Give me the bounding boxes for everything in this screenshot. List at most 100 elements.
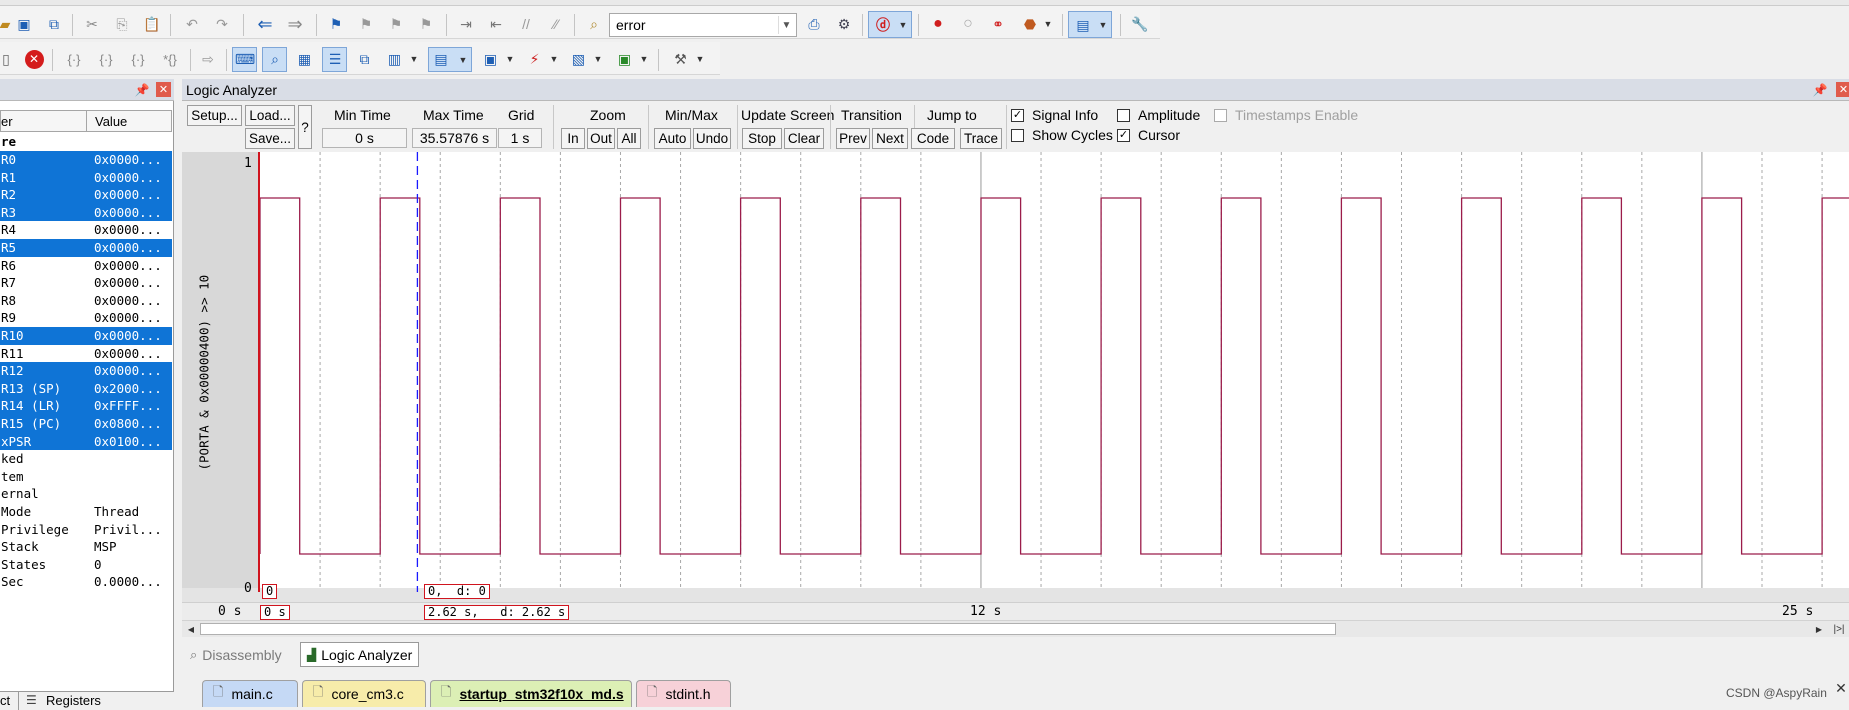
signal-name[interactable]: (PORTA & 0x00000400) >> 10	[197, 275, 212, 471]
indent-icon[interactable]: ⇥	[454, 12, 478, 36]
cursor-checkbox[interactable]: ✓	[1117, 129, 1130, 142]
system-viewer-icon[interactable]: ▣	[612, 47, 637, 71]
disable-breakpoints-icon[interactable]: ⚭	[986, 12, 1010, 36]
register-row[interactable]: R11 0x0000...	[0, 345, 172, 363]
register-row[interactable]: R0 0x0000...	[0, 151, 172, 169]
register-row[interactable]: R3 0x0000...	[0, 203, 172, 222]
register-row[interactable]: Sec 0.0000...	[0, 573, 172, 591]
signal-info-checkbox[interactable]: ✓	[1011, 109, 1024, 122]
load-button[interactable]: Load...	[245, 105, 295, 126]
jump-code-button[interactable]: Code	[911, 128, 955, 149]
uncomment-icon[interactable]: ⁄⁄	[544, 12, 568, 36]
register-row[interactable]: R8 0x0000...	[0, 292, 172, 310]
symbols-window-icon[interactable]: ▦	[292, 47, 317, 71]
transition-prev-button[interactable]: Prev	[836, 128, 870, 149]
waveform-area[interactable]: 1 0 (PORTA & 0x00000400) >> 10 0 0, d: 0	[182, 152, 1849, 602]
close-icon[interactable]: ✕	[1836, 82, 1849, 97]
debug-session-button[interactable]: ⓓ ▼	[868, 11, 912, 38]
zoom-out-button[interactable]: Out	[587, 128, 615, 149]
timestamps-checkbox[interactable]	[1214, 109, 1227, 122]
save-icon[interactable]: ▣	[12, 12, 36, 36]
open-file-icon[interactable]: ▰	[0, 12, 10, 36]
close-icon[interactable]: ✕	[156, 82, 171, 97]
minmax-auto-button[interactable]: Auto	[654, 128, 691, 149]
chevron-down-icon[interactable]: ▼	[694, 47, 706, 71]
paste-icon[interactable]: 📋	[140, 12, 164, 36]
register-row[interactable]: Privilege Privil...	[0, 521, 172, 539]
watch-window-icon[interactable]: ▥	[382, 47, 407, 71]
memory-window-button[interactable]: ▤ ▼	[428, 47, 472, 72]
file-tab-core-cm3[interactable]: 🗋 core_cm3.c	[302, 680, 426, 707]
update-stop-button[interactable]: Stop	[742, 128, 782, 149]
undo-icon[interactable]: ↶	[180, 12, 204, 36]
save-all-icon[interactable]: ⧉	[42, 12, 66, 36]
register-row[interactable]: R9 0x0000...	[0, 309, 172, 327]
step-icon[interactable]: {·}	[60, 47, 88, 71]
trace-window-icon[interactable]: ▧	[566, 47, 591, 71]
tab-registers[interactable]: Registers	[46, 693, 101, 708]
show-next-statement-icon[interactable]: ⇨	[196, 47, 220, 71]
command-window-button[interactable]: ⌨	[232, 47, 257, 72]
register-row[interactable]: R7 0x0000...	[0, 274, 172, 292]
chevron-down-icon[interactable]: ▼	[592, 47, 604, 71]
amplitude-checkbox[interactable]	[1117, 109, 1130, 122]
pin-icon[interactable]: 📌	[134, 79, 150, 100]
scrollbar-thumb[interactable]	[200, 623, 1336, 635]
register-row[interactable]: R12 0x0000...	[0, 362, 172, 380]
cursor-label[interactable]: Cursor	[1138, 127, 1180, 143]
register-row[interactable]: R6 0x0000...	[0, 257, 172, 275]
navigate-forward-icon[interactable]: ⇒	[282, 12, 308, 36]
kill-breakpoints-icon[interactable]: ⬣	[1018, 12, 1042, 36]
tab-logic-analyzer[interactable]: ▟ Logic Analyzer	[300, 642, 420, 667]
find-combo[interactable]: error ▼	[609, 13, 797, 37]
copy-icon[interactable]: ⎘	[110, 12, 134, 36]
navigate-back-icon[interactable]: ⇐	[252, 12, 278, 36]
chevron-down-icon[interactable]: ▼	[778, 16, 794, 34]
incremental-find-icon[interactable]: ⚙	[832, 12, 856, 36]
disassembly-window-button[interactable]: ⌕	[262, 47, 287, 72]
pin-icon[interactable]: 📌	[1812, 79, 1828, 100]
reset-cpu-icon[interactable]: ▯	[0, 47, 12, 71]
register-column-header[interactable]: er	[1, 114, 13, 129]
register-row[interactable]: ernal	[0, 485, 172, 503]
step-over-icon[interactable]: {·}	[92, 47, 120, 71]
register-row[interactable]: R15 (PC) 0x0800...	[0, 415, 172, 433]
next-bookmark-icon[interactable]: ⚑	[384, 12, 408, 36]
save-button[interactable]: Save...	[245, 128, 295, 149]
insert-breakpoint-icon[interactable]: ●	[926, 12, 950, 36]
tab-project[interactable]: ct	[0, 693, 10, 708]
register-row[interactable]: R2 0x0000...	[0, 186, 172, 204]
show-cycles-checkbox[interactable]	[1011, 129, 1024, 142]
setup-button[interactable]: Setup...	[187, 105, 242, 126]
register-row[interactable]: R13 (SP) 0x2000...	[0, 379, 172, 398]
zoom-in-button[interactable]: In	[561, 128, 585, 149]
step-out-icon[interactable]: {·}	[124, 47, 152, 71]
minmax-undo-button[interactable]: Undo	[693, 128, 731, 149]
toolbox-icon[interactable]: ⚒	[668, 47, 693, 71]
bookmark-icon[interactable]: ⚑	[324, 12, 348, 36]
update-clear-button[interactable]: Clear	[784, 128, 824, 149]
zoom-all-button[interactable]: All	[617, 128, 641, 149]
transition-next-button[interactable]: Next	[872, 128, 908, 149]
comment-icon[interactable]: //	[514, 12, 538, 36]
value-column-header[interactable]: Value	[95, 114, 127, 129]
call-stack-icon[interactable]: ⧉	[352, 47, 377, 71]
register-row[interactable]: tem	[0, 468, 172, 486]
redo-icon[interactable]: ↷	[210, 12, 234, 36]
chevron-down-icon[interactable]: ▼	[1042, 12, 1054, 36]
register-row[interactable]: ked	[0, 450, 172, 468]
run-to-cursor-icon[interactable]: *{}	[156, 47, 184, 71]
horizontal-scrollbar[interactable]: ◀ ▶ |>|	[182, 620, 1849, 637]
register-row[interactable]: R10 0x0000...	[0, 327, 172, 345]
register-row[interactable]: xPSR 0x0100...	[0, 432, 172, 451]
scroll-left-icon[interactable]: ◀	[184, 622, 198, 636]
help-button[interactable]: ?	[298, 105, 312, 149]
find-in-files-icon[interactable]: ⌕	[582, 12, 606, 36]
register-row[interactable]: R14 (LR) 0xFFFF...	[0, 397, 172, 415]
register-row[interactable]: States 0	[0, 556, 172, 574]
chevron-down-icon[interactable]: ▼	[408, 47, 420, 71]
register-row[interactable]: Mode Thread	[0, 503, 172, 521]
column-divider[interactable]	[86, 111, 87, 131]
prev-bookmark-icon[interactable]: ⚑	[354, 12, 378, 36]
timestamps-label[interactable]: Timestamps Enable	[1235, 107, 1358, 123]
